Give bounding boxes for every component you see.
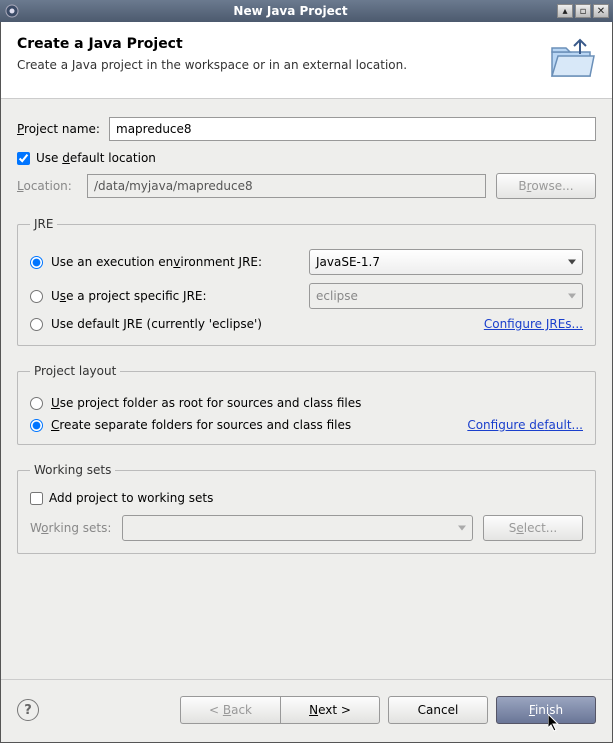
exec-env-label: Use an execution environment JRE: <box>51 255 309 269</box>
use-default-location-checkbox[interactable] <box>17 152 30 165</box>
project-specific-label: Use a project specific JRE: <box>51 289 309 303</box>
project-name-label: Project name: <box>17 122 109 136</box>
page-subtitle: Create a Java project in the workspace o… <box>17 58 548 72</box>
app-icon <box>4 3 20 19</box>
back-button: < Back <box>180 696 280 724</box>
next-button[interactable]: Next > <box>280 696 380 724</box>
add-working-sets-checkbox[interactable] <box>30 492 43 505</box>
help-button[interactable]: ? <box>17 699 39 721</box>
working-sets-group: Working sets Add project to working sets… <box>17 463 596 554</box>
separate-folders-radio[interactable] <box>30 419 43 432</box>
working-sets-combo <box>122 515 473 541</box>
project-layout-legend: Project layout <box>30 364 120 378</box>
chevron-down-icon <box>568 294 576 299</box>
dialog-header: Create a Java Project Create a Java proj… <box>1 22 612 99</box>
select-working-sets-button: Select... <box>483 515 583 541</box>
project-specific-radio[interactable] <box>30 290 43 303</box>
chevron-down-icon <box>568 260 576 265</box>
exec-env-combo[interactable]: JavaSE-1.7 <box>309 249 583 275</box>
root-folder-radio[interactable] <box>30 397 43 410</box>
browse-button: Browse... <box>496 173 596 199</box>
exec-env-radio[interactable] <box>30 256 43 269</box>
project-layout-group: Project layout Use project folder as roo… <box>17 364 596 445</box>
chevron-down-icon <box>458 526 466 531</box>
cancel-button[interactable]: Cancel <box>388 696 488 724</box>
folder-java-icon <box>548 36 596 84</box>
maximize-button[interactable]: ▫ <box>575 4 591 18</box>
default-jre-label: Use default JRE (currently 'eclipse') <box>51 317 262 331</box>
finish-button[interactable]: Finish <box>496 696 596 724</box>
exec-env-value: JavaSE-1.7 <box>316 255 380 269</box>
jre-group: JRE Use an execution environment JRE: Ja… <box>17 217 596 346</box>
title-bar: New Java Project ▴ ▫ ✕ <box>0 0 613 22</box>
location-label: Location: <box>17 179 87 193</box>
jre-legend: JRE <box>30 217 57 231</box>
working-sets-legend: Working sets <box>30 463 115 477</box>
project-name-input[interactable] <box>109 117 596 141</box>
window-title: New Java Project <box>26 4 555 18</box>
project-specific-combo: eclipse <box>309 283 583 309</box>
location-input <box>87 174 486 198</box>
project-specific-value: eclipse <box>316 289 358 303</box>
default-jre-radio[interactable] <box>30 318 43 331</box>
dialog-body: Create a Java Project Create a Java proj… <box>0 22 613 743</box>
working-sets-combo-label: Working sets: <box>30 521 122 535</box>
page-title: Create a Java Project <box>17 36 548 52</box>
rollup-button[interactable]: ▴ <box>557 4 573 18</box>
separate-folders-label: Create separate folders for sources and … <box>51 418 351 432</box>
close-button[interactable]: ✕ <box>593 4 609 18</box>
add-working-sets-label: Add project to working sets <box>49 491 213 505</box>
configure-default-link[interactable]: Configure default... <box>467 418 583 432</box>
button-bar: ? < Back Next > Cancel Finish <box>1 680 612 742</box>
use-default-location-label: Use default location <box>36 151 156 165</box>
root-folder-label: Use project folder as root for sources a… <box>51 396 361 410</box>
configure-jres-link[interactable]: Configure JREs... <box>484 317 583 331</box>
